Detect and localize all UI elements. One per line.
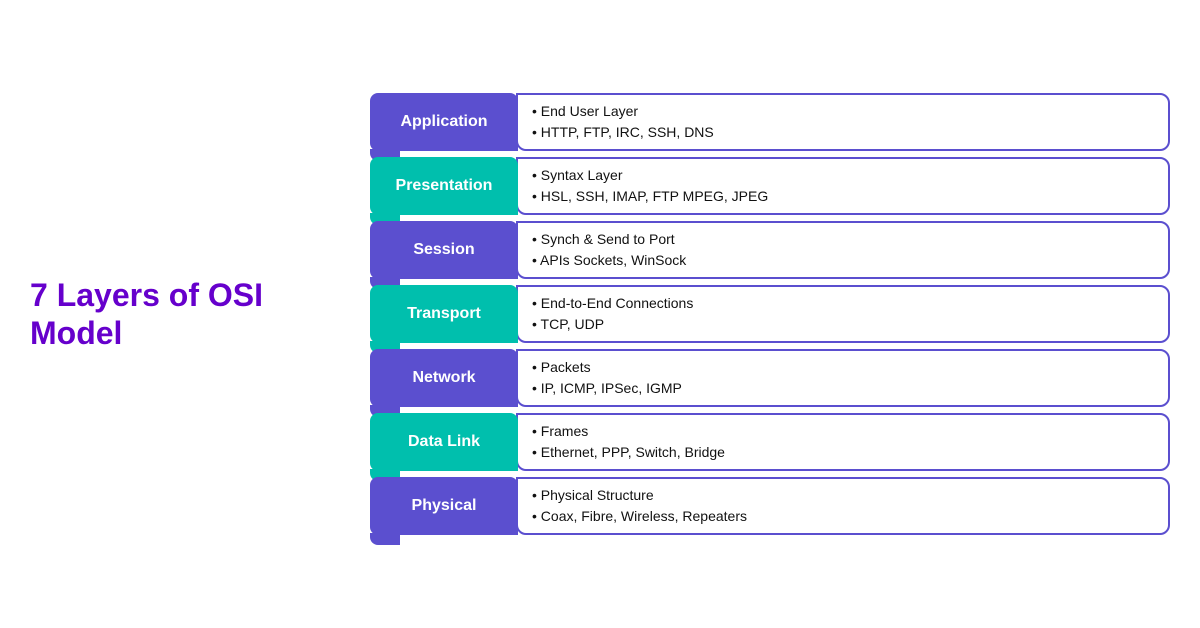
layer-info-data-link: FramesEthernet, PPP, Switch, Bridge [516, 413, 1170, 471]
layer-badge-session: Session [370, 221, 518, 279]
layer-info-physical: Physical StructureCoax, Fibre, Wireless,… [516, 477, 1170, 535]
layer-badge-application: Application [370, 93, 518, 151]
layer-info-line: Coax, Fibre, Wireless, Repeaters [532, 506, 1154, 527]
layer-row: PhysicalPhysical StructureCoax, Fibre, W… [370, 477, 1170, 535]
layer-info-line: Physical Structure [532, 485, 1154, 506]
layer-info-line: Frames [532, 421, 1154, 442]
layer-info-presentation: Syntax LayerHSL, SSH, IMAP, FTP MPEG, JP… [516, 157, 1170, 215]
layer-info-line: Packets [532, 357, 1154, 378]
layer-info-line: IP, ICMP, IPSec, IGMP [532, 378, 1154, 399]
layer-badge-physical: Physical [370, 477, 518, 535]
layer-info-line: Synch & Send to Port [532, 229, 1154, 250]
layer-badge-data-link: Data Link [370, 413, 518, 471]
layer-badge-transport: Transport [370, 285, 518, 343]
layer-row: TransportEnd-to-End ConnectionsTCP, UDP [370, 285, 1170, 343]
layer-info-application: End User LayerHTTP, FTP, IRC, SSH, DNS [516, 93, 1170, 151]
layer-info-session: Synch & Send to PortAPIs Sockets, WinSoc… [516, 221, 1170, 279]
layer-info-line: TCP, UDP [532, 314, 1154, 335]
layer-badge-network: Network [370, 349, 518, 407]
main-container: 7 Layers of OSI Model ApplicationEnd Use… [0, 0, 1200, 628]
layer-info-line: End-to-End Connections [532, 293, 1154, 314]
title-section: 7 Layers of OSI Model [30, 276, 370, 353]
layer-info-network: PacketsIP, ICMP, IPSec, IGMP [516, 349, 1170, 407]
layers-section: ApplicationEnd User LayerHTTP, FTP, IRC,… [370, 93, 1170, 535]
layer-badge-presentation: Presentation [370, 157, 518, 215]
layer-info-line: APIs Sockets, WinSock [532, 250, 1154, 271]
layer-info-line: HSL, SSH, IMAP, FTP MPEG, JPEG [532, 186, 1154, 207]
layer-info-line: End User Layer [532, 101, 1154, 122]
layer-info-line: Syntax Layer [532, 165, 1154, 186]
layer-row: PresentationSyntax LayerHSL, SSH, IMAP, … [370, 157, 1170, 215]
layer-row: Data LinkFramesEthernet, PPP, Switch, Br… [370, 413, 1170, 471]
layer-info-transport: End-to-End ConnectionsTCP, UDP [516, 285, 1170, 343]
layer-row: SessionSynch & Send to PortAPIs Sockets,… [370, 221, 1170, 279]
layer-row: ApplicationEnd User LayerHTTP, FTP, IRC,… [370, 93, 1170, 151]
layer-info-line: Ethernet, PPP, Switch, Bridge [532, 442, 1154, 463]
layer-info-line: HTTP, FTP, IRC, SSH, DNS [532, 122, 1154, 143]
layer-row: NetworkPacketsIP, ICMP, IPSec, IGMP [370, 349, 1170, 407]
page-title: 7 Layers of OSI Model [30, 276, 350, 353]
